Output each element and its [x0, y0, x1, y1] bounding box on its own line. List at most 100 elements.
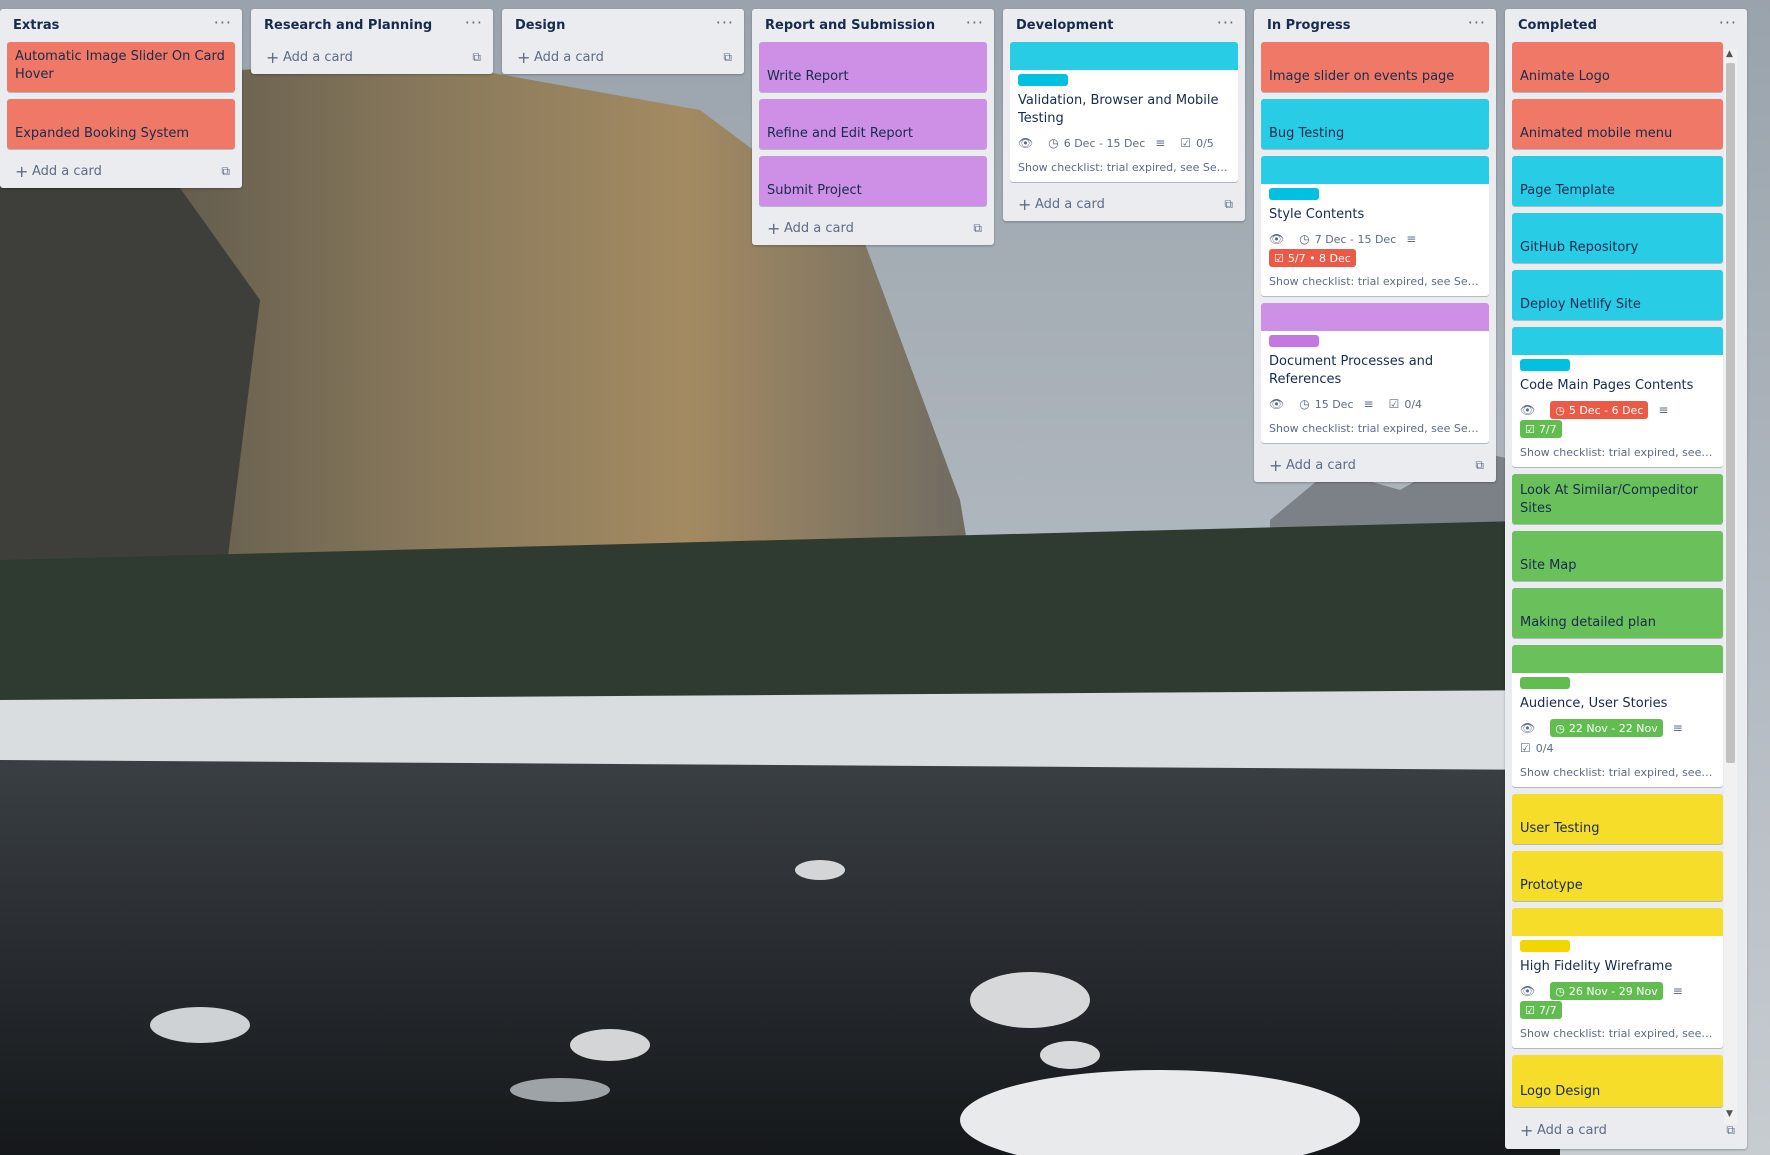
checklist-badge: ☑ 0/4 [1388, 397, 1423, 411]
add-card-label: Add a card [534, 50, 604, 65]
list-menu-icon[interactable]: ··· [1217, 13, 1235, 32]
card[interactable]: Style Contents 👁 ◷ 7 Dec - 15 Dec ≡ ☑ 5/7 … [1261, 156, 1489, 296]
due-date-badge: ◷ 22 Nov - 22 Nov [1550, 719, 1663, 737]
card[interactable]: Look At Similar/Compeditor Sites [1512, 474, 1723, 524]
add-card-button[interactable]: + Add a card ⧉ [0, 156, 242, 188]
card-title: Logo Design [1520, 1084, 1601, 1099]
due-date-badge: ◷ 6 Dec - 15 Dec [1048, 136, 1146, 150]
card-label [1520, 940, 1570, 952]
add-card-button[interactable]: + Add a card ⧉ [251, 42, 493, 74]
card[interactable]: Animate Logo [1512, 42, 1723, 92]
plus-icon: + [15, 162, 29, 181]
scroll-down-arrow-icon[interactable]: ▼ [1726, 1109, 1733, 1119]
list-menu-icon[interactable]: ··· [1719, 13, 1737, 32]
card[interactable]: GitHub Repository [1512, 213, 1723, 263]
card[interactable]: Making detailed plan [1512, 588, 1723, 638]
list-header: Design ··· [502, 9, 744, 42]
list-scrollbar[interactable]: ▲ ▼ [1724, 49, 1737, 1124]
card[interactable]: Animated mobile menu [1512, 99, 1723, 149]
card-cover [1512, 327, 1723, 355]
add-card-button[interactable]: + Add a card ⧉ [752, 213, 994, 245]
card[interactable]: Site Map [1512, 531, 1723, 581]
card[interactable]: High Fidelity Wireframe 👁 ◷ 26 Nov - 29 N… [1512, 908, 1723, 1048]
card-title: Expanded Booking System [15, 126, 190, 141]
show-checklist-link[interactable]: Show checklist: trial expired, see Set..… [1520, 446, 1715, 459]
card[interactable]: Page Template [1512, 156, 1723, 206]
list-title[interactable]: Extras [13, 18, 59, 33]
list-title[interactable]: Report and Submission [765, 18, 935, 33]
list-menu-icon[interactable]: ··· [966, 13, 984, 32]
card[interactable]: Automatic Image Slider On Card Hover [7, 42, 235, 92]
card-template-icon[interactable]: ⧉ [221, 164, 230, 179]
add-card-button[interactable]: + Add a card ⧉ [1254, 450, 1496, 482]
description-icon: ≡ [1363, 397, 1374, 411]
card-title: Site Map [1520, 558, 1577, 573]
card[interactable]: Validation, Browser and Mobile Testing 👁… [1010, 42, 1238, 182]
card-label [1520, 677, 1570, 689]
show-checklist-link[interactable]: Show checklist: trial expired, see Set..… [1520, 766, 1715, 779]
add-card-button[interactable]: + Add a card ⧉ [1505, 1115, 1747, 1147]
card-template-icon[interactable]: ⧉ [723, 50, 732, 65]
card[interactable]: Prototype [1512, 851, 1723, 901]
list-title[interactable]: Completed [1518, 18, 1597, 33]
add-card-label: Add a card [1537, 1123, 1607, 1138]
add-card-label: Add a card [283, 50, 353, 65]
list-menu-icon[interactable]: ··· [716, 13, 734, 32]
card-template-icon[interactable]: ⧉ [973, 221, 982, 236]
card[interactable]: Image slider on events page [1261, 42, 1489, 92]
card-template-icon[interactable]: ⧉ [1224, 197, 1233, 212]
card-title: GitHub Repository [1520, 240, 1639, 255]
card[interactable]: Refine and Edit Report [759, 99, 987, 149]
clock-icon: ◷ [1299, 397, 1310, 411]
add-card-button[interactable]: + Add a card ⧉ [1003, 189, 1245, 221]
description-icon: ≡ [1672, 984, 1683, 998]
card[interactable]: Audience, User Stories 👁 ◷ 22 Nov - 22 No… [1512, 645, 1723, 787]
list-title[interactable]: Development [1016, 18, 1113, 33]
card[interactable]: Submit Project [759, 156, 987, 206]
card-title: User Testing [1520, 821, 1600, 836]
list-menu-icon[interactable]: ··· [214, 13, 232, 32]
plus-icon: + [1520, 1121, 1534, 1140]
list-title[interactable]: Design [515, 18, 565, 33]
show-checklist-link[interactable]: Show checklist: trial expired, see Setti… [1269, 275, 1481, 288]
card-template-icon[interactable]: ⧉ [1475, 458, 1484, 473]
scrollbar-thumb[interactable] [1726, 63, 1735, 763]
card[interactable]: Bug Testing [1261, 99, 1489, 149]
card[interactable]: Code Main Pages Contents 👁 ◷ 5 Dec - 6 De… [1512, 327, 1723, 467]
checklist-badge: ☑ 7/7 [1520, 1001, 1562, 1019]
card[interactable]: Write Report [759, 42, 987, 92]
list-title[interactable]: Research and Planning [264, 18, 432, 33]
checklist-icon: ☑ [1525, 1003, 1535, 1017]
card-title: Prototype [1520, 878, 1583, 893]
add-card-button[interactable]: + Add a card ⧉ [502, 42, 744, 74]
card[interactable]: Document Processes and References 👁 ◷ 15 … [1261, 303, 1489, 443]
plus-icon: + [517, 48, 531, 67]
show-checklist-link[interactable]: Show checklist: trial expired, see Set..… [1520, 1027, 1715, 1040]
card-title: Animated mobile menu [1520, 126, 1673, 141]
card[interactable]: Deploy Netlify Site [1512, 270, 1723, 320]
card-template-icon[interactable]: ⧉ [1726, 1123, 1735, 1138]
card-cover [1512, 908, 1723, 936]
overdue-checklist-badge: ☑ 5/7 • 8 Dec [1269, 249, 1356, 267]
show-checklist-link[interactable]: Show checklist: trial expired, see Setti… [1018, 161, 1230, 174]
card-title: Document Processes and References [1269, 354, 1434, 387]
list-development: Development ··· Validation, Browser and … [1003, 9, 1245, 221]
add-card-label: Add a card [1035, 197, 1105, 212]
show-checklist-link[interactable]: Show checklist: trial expired, see Setti… [1269, 422, 1481, 435]
card[interactable]: User Testing [1512, 794, 1723, 844]
checklist-icon: ☑ [1520, 741, 1531, 755]
card-title: Submit Project [767, 183, 862, 198]
plus-icon: + [1018, 195, 1032, 214]
card[interactable]: Logo Design [1512, 1055, 1723, 1107]
list-title[interactable]: In Progress [1267, 18, 1351, 33]
list-header: Completed ··· [1505, 9, 1747, 42]
card-title: Automatic Image Slider On Card Hover [15, 49, 225, 82]
checklist-badge: ☑ 0/5 [1180, 136, 1214, 150]
card-cover [1261, 156, 1489, 184]
plus-icon: + [767, 219, 781, 238]
list-menu-icon[interactable]: ··· [465, 13, 483, 32]
list-menu-icon[interactable]: ··· [1468, 13, 1486, 32]
card-template-icon[interactable]: ⧉ [472, 50, 481, 65]
scroll-up-arrow-icon[interactable]: ▲ [1726, 49, 1733, 59]
card[interactable]: Expanded Booking System [7, 99, 235, 149]
